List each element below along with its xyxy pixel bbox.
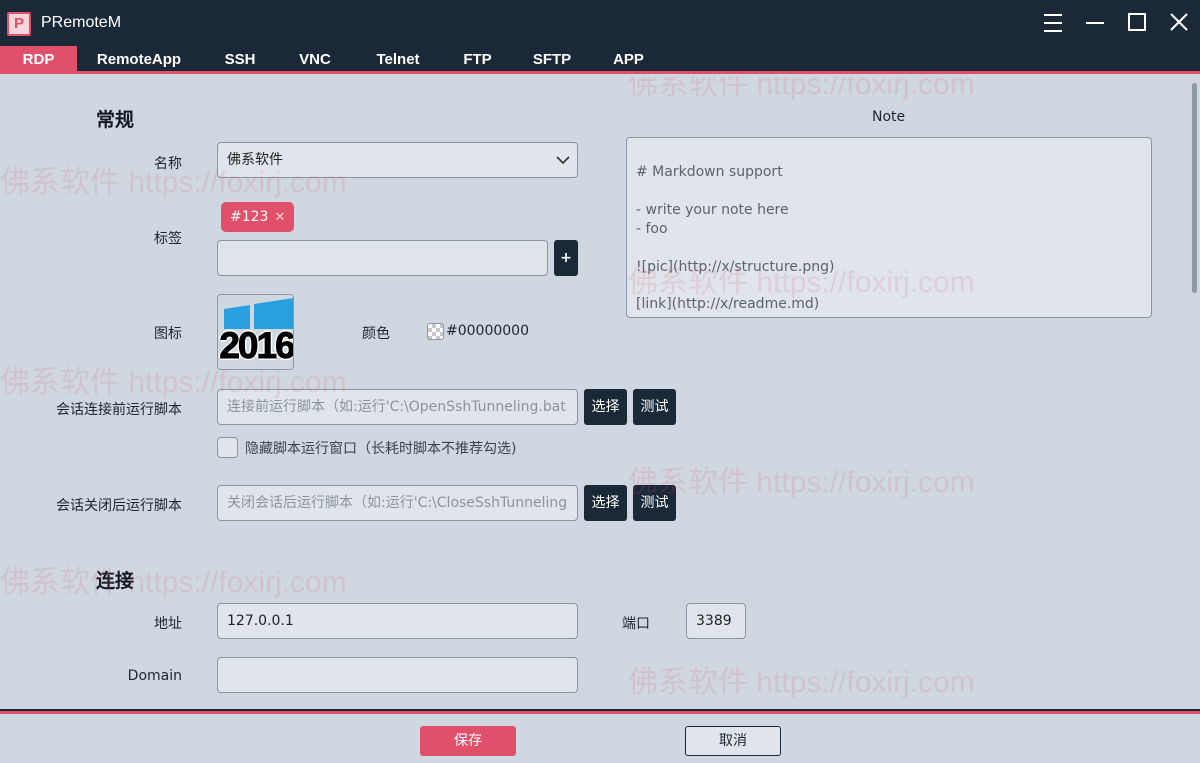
color-label: 颜色 — [362, 326, 390, 342]
server-icon-picker[interactable]: 2016 — [217, 294, 294, 370]
title-bar: P PRemoteM — [0, 0, 1200, 46]
protocol-tabs: RDP RemoteApp SSH VNC Telnet FTP SFTP AP… — [0, 46, 1200, 74]
chevron-down-icon — [556, 156, 570, 165]
tab-ftp[interactable]: FTP — [455, 46, 500, 71]
watermark: 佛系软件 https://foxirj.com — [0, 566, 347, 599]
maximize-icon[interactable] — [1122, 8, 1152, 38]
app-title: PRemoteM — [41, 14, 122, 31]
pre-script-label: 会话连接前运行脚本 — [56, 402, 182, 418]
hide-script-window-checkbox[interactable] — [217, 437, 238, 458]
tag-chip: #123 ✕ — [221, 202, 295, 232]
name-label: 名称 — [154, 156, 182, 172]
name-select[interactable]: 佛系软件 — [217, 142, 578, 178]
tag-input[interactable] — [217, 240, 548, 276]
minimize-icon[interactable] — [1080, 8, 1110, 38]
menu-icon[interactable] — [1038, 8, 1068, 38]
post-script-test-button[interactable]: 测试 — [633, 485, 676, 521]
settings-form: 常规 名称 佛系软件 标签 #123 ✕ + 图标 2016 颜色 #000000… — [0, 77, 1200, 711]
watermark: 佛系软件 https://foxirj.com — [628, 466, 975, 499]
tag-text: #123 — [230, 209, 269, 225]
save-button[interactable]: 保存 — [420, 726, 516, 756]
domain-label: Domain — [127, 668, 182, 684]
hide-script-window-label: 隐藏脚本运行窗口（长耗时脚本不推荐勾选) — [245, 441, 517, 457]
post-script-label: 会话关闭后运行脚本 — [56, 498, 182, 514]
tab-rdp[interactable]: RDP — [0, 46, 77, 71]
tab-ssh[interactable]: SSH — [215, 46, 265, 71]
tab-telnet[interactable]: Telnet — [368, 46, 428, 71]
close-icon[interactable] — [1164, 8, 1194, 38]
note-editor[interactable]: # Markdown support - write your note her… — [626, 137, 1152, 318]
note-line: - foo — [636, 221, 668, 237]
pre-script-input[interactable]: 连接前运行脚本（如:运行'C:\OpenSshTunneling.bat — [217, 389, 578, 425]
cancel-button[interactable]: 取消 — [685, 726, 781, 756]
watermark: 佛系软件 https://foxirj.com — [628, 77, 975, 101]
icon-label: 图标 — [154, 326, 182, 342]
tab-remoteapp[interactable]: RemoteApp — [88, 46, 190, 71]
name-select-value: 佛系软件 — [227, 152, 283, 168]
watermark: 佛系软件 https://foxirj.com — [628, 666, 975, 699]
note-title: Note — [872, 109, 906, 125]
note-line: ![pic](http://x/structure.png) — [636, 259, 835, 275]
post-script-select-button[interactable]: 选择 — [584, 485, 627, 521]
scrollbar[interactable] — [1192, 83, 1197, 293]
note-line: [link](http://x/readme.md) — [636, 296, 820, 312]
connection-section-title: 连接 — [96, 570, 135, 592]
icon-year-text: 2016 — [219, 325, 294, 367]
general-section-title: 常规 — [96, 109, 135, 131]
address-input[interactable]: 127.0.0.1 — [217, 603, 578, 639]
post-script-input[interactable]: 关闭会话后运行脚本（如:运行'C:\CloseSshTunneling — [217, 485, 578, 521]
address-label: 地址 — [154, 616, 182, 632]
note-line: # Markdown support — [636, 164, 783, 180]
color-value: #00000000 — [446, 323, 529, 339]
pre-script-test-button[interactable]: 测试 — [633, 389, 676, 425]
domain-input[interactable] — [217, 657, 578, 693]
tab-vnc[interactable]: VNC — [290, 46, 340, 71]
footer-bar: 保存 取消 — [0, 711, 1200, 763]
note-line: - write your note here — [636, 202, 789, 218]
app-logo: P — [7, 12, 31, 36]
color-swatch[interactable] — [427, 323, 444, 340]
tags-label: 标签 — [154, 231, 182, 247]
tab-sftp[interactable]: SFTP — [527, 46, 577, 71]
port-label: 端口 — [622, 616, 650, 632]
remove-tag-icon[interactable]: ✕ — [274, 210, 285, 225]
add-tag-button[interactable]: + — [554, 240, 578, 276]
pre-script-select-button[interactable]: 选择 — [584, 389, 627, 425]
port-input[interactable]: 3389 — [686, 603, 746, 639]
tab-app[interactable]: APP — [606, 46, 651, 71]
